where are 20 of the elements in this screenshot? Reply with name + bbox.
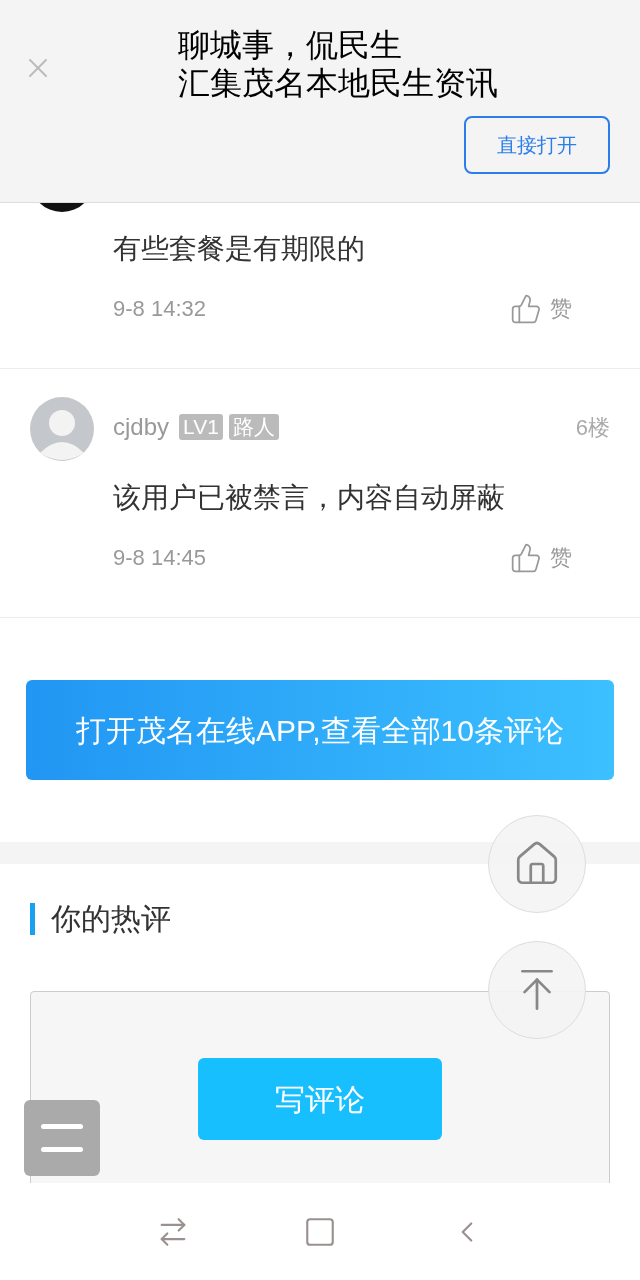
comment-text: 该用户已被禁言，内容自动屏蔽	[113, 481, 506, 515]
level-badge: LV1	[179, 414, 223, 440]
section-title: 你的热评	[51, 901, 171, 937]
comment-text: 有些套餐是有期限的	[113, 232, 366, 266]
comment-time: 9-8 14:32	[113, 295, 206, 323]
thumbs-up-icon	[510, 541, 542, 574]
like-button[interactable]: 赞	[510, 541, 572, 574]
banner-subline: 汇集茂名本地民生资讯	[178, 64, 498, 102]
open-directly-button[interactable]: 直接打开	[464, 116, 610, 174]
avatar	[30, 397, 94, 461]
thumbs-up-icon	[510, 292, 542, 325]
comment-time: 9-8 14:45	[113, 544, 206, 572]
write-comment-button[interactable]: 写评论	[198, 1058, 442, 1140]
banner-headline: 聊城事，侃民生	[178, 26, 403, 64]
floor-number: 6楼	[575, 413, 610, 442]
user-name[interactable]: cjdby	[113, 409, 170, 445]
role-badge: 路人	[228, 414, 279, 440]
like-button[interactable]: 赞	[510, 292, 572, 325]
open-app-button[interactable]: 打开茂名在线APP,查看全部10条评论	[26, 680, 614, 780]
menu-button[interactable]	[24, 1100, 100, 1176]
